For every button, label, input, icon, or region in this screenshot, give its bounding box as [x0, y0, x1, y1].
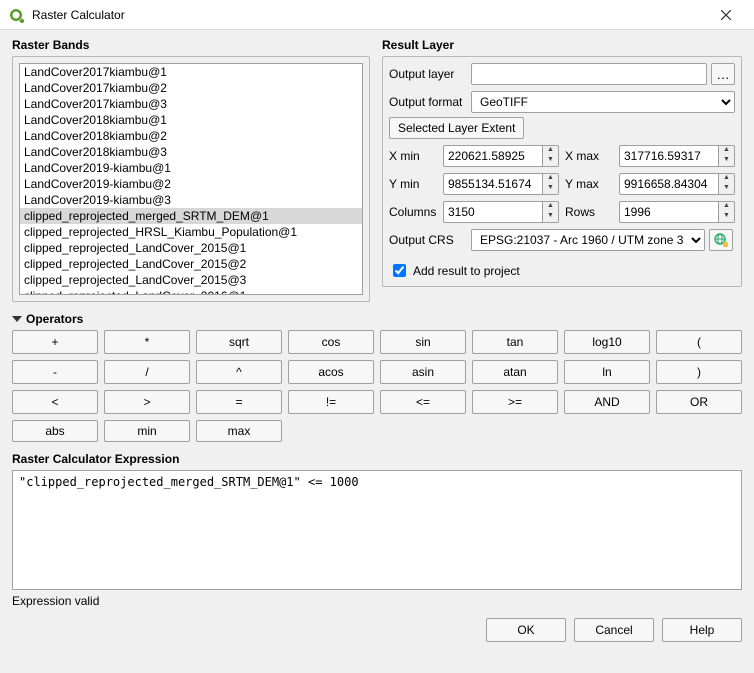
xmin-input[interactable]: ▲▼ [443, 145, 559, 167]
operator-button[interactable]: ^ [196, 360, 282, 384]
spin-down-icon[interactable]: ▼ [719, 184, 734, 194]
spin-down-icon[interactable]: ▼ [543, 184, 558, 194]
spin-up-icon[interactable]: ▲ [719, 202, 734, 212]
xmin-label: X min [389, 149, 437, 163]
operator-button[interactable]: max [196, 420, 282, 442]
operator-button[interactable]: ( [656, 330, 742, 354]
spin-up-icon[interactable]: ▲ [719, 174, 734, 184]
raster-bands-title: Raster Bands [12, 38, 370, 52]
spin-down-icon[interactable]: ▼ [719, 156, 734, 166]
chevron-down-icon [12, 316, 22, 322]
operator-button[interactable]: tan [472, 330, 558, 354]
operator-button[interactable]: ln [564, 360, 650, 384]
operator-button[interactable]: cos [288, 330, 374, 354]
add-result-label: Add result to project [413, 264, 520, 278]
raster-band-item[interactable]: LandCover2018kiambu@3 [20, 144, 362, 160]
raster-band-item[interactable]: clipped_reprojected_LandCover_2015@2 [20, 256, 362, 272]
app-logo-icon [8, 7, 24, 23]
operator-button[interactable]: atan [472, 360, 558, 384]
rows-input[interactable]: ▲▼ [619, 201, 735, 223]
xmax-label: X max [565, 149, 613, 163]
spin-up-icon[interactable]: ▲ [543, 174, 558, 184]
raster-band-item[interactable]: LandCover2017kiambu@1 [20, 64, 362, 80]
operator-button[interactable]: sin [380, 330, 466, 354]
operator-button[interactable]: + [12, 330, 98, 354]
operator-button[interactable]: <= [380, 390, 466, 414]
operator-button[interactable]: > [104, 390, 190, 414]
output-crs-select[interactable]: EPSG:21037 - Arc 1960 / UTM zone 37 [471, 229, 705, 251]
spin-up-icon[interactable]: ▲ [543, 146, 558, 156]
spin-down-icon[interactable]: ▼ [719, 212, 734, 222]
ymin-label: Y min [389, 177, 437, 191]
expression-status: Expression valid [12, 594, 742, 608]
operators-toggle[interactable]: Operators [12, 312, 742, 326]
raster-band-item[interactable]: LandCover2017kiambu@3 [20, 96, 362, 112]
spin-down-icon[interactable]: ▼ [543, 156, 558, 166]
raster-band-item[interactable]: LandCover2019-kiambu@2 [20, 176, 362, 192]
ymin-input[interactable]: ▲▼ [443, 173, 559, 195]
output-format-label: Output format [389, 95, 467, 109]
selected-layer-extent-button[interactable]: Selected Layer Extent [389, 117, 524, 139]
expression-title: Raster Calculator Expression [12, 452, 742, 466]
operator-button[interactable]: ) [656, 360, 742, 384]
spin-up-icon[interactable]: ▲ [719, 146, 734, 156]
output-format-select[interactable]: GeoTIFF [471, 91, 735, 113]
raster-band-item[interactable]: LandCover2019-kiambu@3 [20, 192, 362, 208]
operator-button[interactable]: sqrt [196, 330, 282, 354]
operator-button[interactable]: asin [380, 360, 466, 384]
raster-band-item[interactable]: LandCover2019-kiambu@1 [20, 160, 362, 176]
operator-button[interactable]: abs [12, 420, 98, 442]
operator-button[interactable]: = [196, 390, 282, 414]
operator-button[interactable]: - [12, 360, 98, 384]
xmax-input[interactable]: ▲▼ [619, 145, 735, 167]
columns-input[interactable]: ▲▼ [443, 201, 559, 223]
raster-band-item[interactable]: clipped_reprojected_HRSL_Kiambu_Populati… [20, 224, 362, 240]
operators-title: Operators [26, 312, 83, 326]
ymax-label: Y max [565, 177, 613, 191]
ymax-input[interactable]: ▲▼ [619, 173, 735, 195]
result-layer-title: Result Layer [382, 38, 742, 52]
columns-label: Columns [389, 205, 437, 219]
operator-button[interactable]: OR [656, 390, 742, 414]
operator-button[interactable]: != [288, 390, 374, 414]
rows-label: Rows [565, 205, 613, 219]
close-button[interactable] [706, 1, 746, 29]
output-layer-label: Output layer [389, 67, 467, 81]
output-crs-label: Output CRS [389, 233, 467, 247]
crs-picker-button[interactable] [709, 229, 733, 251]
operator-button[interactable]: min [104, 420, 190, 442]
cancel-button[interactable]: Cancel [574, 618, 654, 642]
raster-band-item[interactable]: LandCover2018kiambu@1 [20, 112, 362, 128]
operator-button[interactable]: acos [288, 360, 374, 384]
raster-bands-list[interactable]: LandCover2017kiambu@1LandCover2017kiambu… [19, 63, 363, 295]
window-title: Raster Calculator [32, 8, 706, 22]
operator-button[interactable]: log10 [564, 330, 650, 354]
raster-band-item[interactable]: LandCover2018kiambu@2 [20, 128, 362, 144]
expression-textarea[interactable]: "clipped_reprojected_merged_SRTM_DEM@1" … [12, 470, 742, 590]
operator-button[interactable]: AND [564, 390, 650, 414]
browse-button[interactable]: … [711, 63, 735, 85]
spin-down-icon[interactable]: ▼ [543, 212, 558, 222]
operator-button[interactable]: >= [472, 390, 558, 414]
raster-band-item[interactable]: clipped_reprojected_merged_SRTM_DEM@1 [20, 208, 362, 224]
operator-button[interactable]: < [12, 390, 98, 414]
help-button[interactable]: Help [662, 618, 742, 642]
raster-band-item[interactable]: clipped_reprojected_LandCover_2015@3 [20, 272, 362, 288]
raster-band-item[interactable]: LandCover2017kiambu@2 [20, 80, 362, 96]
add-result-checkbox[interactable] [393, 264, 406, 277]
raster-band-item[interactable]: clipped_reprojected_LandCover_2015@1 [20, 240, 362, 256]
ok-button[interactable]: OK [486, 618, 566, 642]
raster-band-item[interactable]: clipped_reprojected_LandCover_2016@1 [20, 288, 362, 295]
operator-button[interactable]: / [104, 360, 190, 384]
operator-button[interactable]: * [104, 330, 190, 354]
output-layer-input[interactable] [471, 63, 707, 85]
spin-up-icon[interactable]: ▲ [543, 202, 558, 212]
